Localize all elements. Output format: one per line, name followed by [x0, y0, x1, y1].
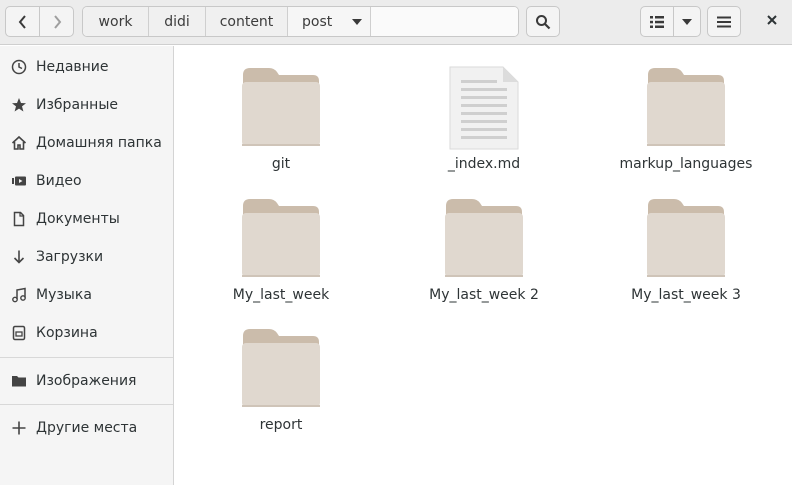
folder-icon	[10, 372, 28, 390]
file-name: _index.md	[447, 156, 521, 172]
file-name: My_last_week 3	[631, 287, 741, 303]
breadcrumb: work didi content post	[82, 6, 519, 37]
sidebar-item-label: Загрузки	[36, 249, 104, 265]
sidebar-divider	[0, 357, 173, 358]
list-view-icon	[649, 15, 665, 29]
sidebar: Недавние Избранные Домашняя папка Видео …	[0, 46, 174, 485]
sidebar-divider	[0, 404, 173, 405]
sidebar-item-label: Видео	[36, 173, 82, 189]
file-item-folder[interactable]: report	[181, 307, 381, 435]
list-view-button[interactable]	[640, 6, 674, 37]
close-icon	[766, 14, 778, 30]
video-icon	[10, 172, 28, 190]
folder-icon	[444, 197, 524, 281]
file-item-folder[interactable]: git	[181, 46, 381, 174]
sidebar-item-music[interactable]: Музыка	[0, 276, 173, 314]
music-icon	[10, 286, 28, 304]
breadcrumb-item[interactable]: content	[206, 7, 288, 36]
sidebar-item-label: Другие места	[36, 420, 138, 436]
file-item-folder[interactable]: My_last_week 2	[384, 177, 584, 305]
sidebar-item-starred[interactable]: Избранные	[0, 86, 173, 124]
chevron-right-icon	[51, 14, 63, 30]
sidebar-item-documents[interactable]: Документы	[0, 200, 173, 238]
chevron-left-icon	[17, 14, 29, 30]
header-bar: work didi content post	[0, 0, 792, 45]
trash-icon	[10, 324, 28, 342]
sidebar-item-label: Избранные	[36, 97, 118, 113]
sidebar-item-trash[interactable]: Корзина	[0, 314, 173, 352]
sidebar-item-videos[interactable]: Видео	[0, 162, 173, 200]
sidebar-item-recent[interactable]: Недавние	[0, 48, 173, 86]
file-item-folder[interactable]: markup_languages	[586, 46, 786, 174]
folder-icon	[241, 197, 321, 281]
file-name: My_last_week 2	[429, 287, 539, 303]
file-name: My_last_week	[232, 287, 330, 303]
search-icon	[535, 14, 551, 30]
back-button[interactable]	[5, 6, 40, 37]
chevron-down-icon	[352, 18, 363, 25]
file-grid: git _index.md markup_languages My_last_w…	[175, 46, 792, 485]
folder-icon	[241, 66, 321, 150]
menu-button[interactable]	[707, 6, 741, 37]
file-name: markup_languages	[619, 156, 753, 172]
breadcrumb-current-label: post	[302, 13, 333, 30]
breadcrumb-item[interactable]: work	[83, 7, 149, 36]
sidebar-item-home[interactable]: Домашняя папка	[0, 124, 173, 162]
folder-icon	[241, 327, 321, 411]
file-item-folder[interactable]: My_last_week 3	[586, 177, 786, 305]
file-name: git	[271, 156, 291, 172]
sidebar-item-other-locations[interactable]: Другие места	[0, 409, 173, 447]
sidebar-item-label: Музыка	[36, 287, 92, 303]
download-icon	[10, 248, 28, 266]
star-icon	[10, 96, 28, 114]
document-icon	[10, 210, 28, 228]
plus-icon	[10, 419, 28, 437]
close-button[interactable]	[760, 8, 784, 36]
sidebar-item-pictures[interactable]: Изображения	[0, 362, 173, 400]
chevron-down-icon	[682, 18, 692, 25]
clock-icon	[10, 58, 28, 76]
sidebar-item-label: Домашняя папка	[36, 135, 162, 151]
breadcrumb-item[interactable]: didi	[149, 7, 206, 36]
sidebar-item-label: Недавние	[36, 59, 109, 75]
sidebar-item-downloads[interactable]: Загрузки	[0, 238, 173, 276]
hamburger-menu-icon	[716, 15, 732, 29]
text-file-icon	[449, 66, 519, 154]
sidebar-item-label: Изображения	[36, 373, 137, 389]
file-item-folder[interactable]: My_last_week	[181, 177, 381, 305]
search-button[interactable]	[526, 6, 560, 37]
folder-icon	[646, 197, 726, 281]
breadcrumb-empty-area	[371, 7, 518, 36]
forward-button[interactable]	[39, 6, 74, 37]
home-icon	[10, 134, 28, 152]
breadcrumb-item-current[interactable]: post	[288, 7, 371, 36]
file-name: report	[259, 417, 303, 433]
file-item-document[interactable]: _index.md	[384, 46, 584, 174]
sidebar-item-label: Документы	[36, 211, 120, 227]
view-options-button[interactable]	[673, 6, 701, 37]
folder-icon	[646, 66, 726, 150]
sidebar-item-label: Корзина	[36, 325, 98, 341]
